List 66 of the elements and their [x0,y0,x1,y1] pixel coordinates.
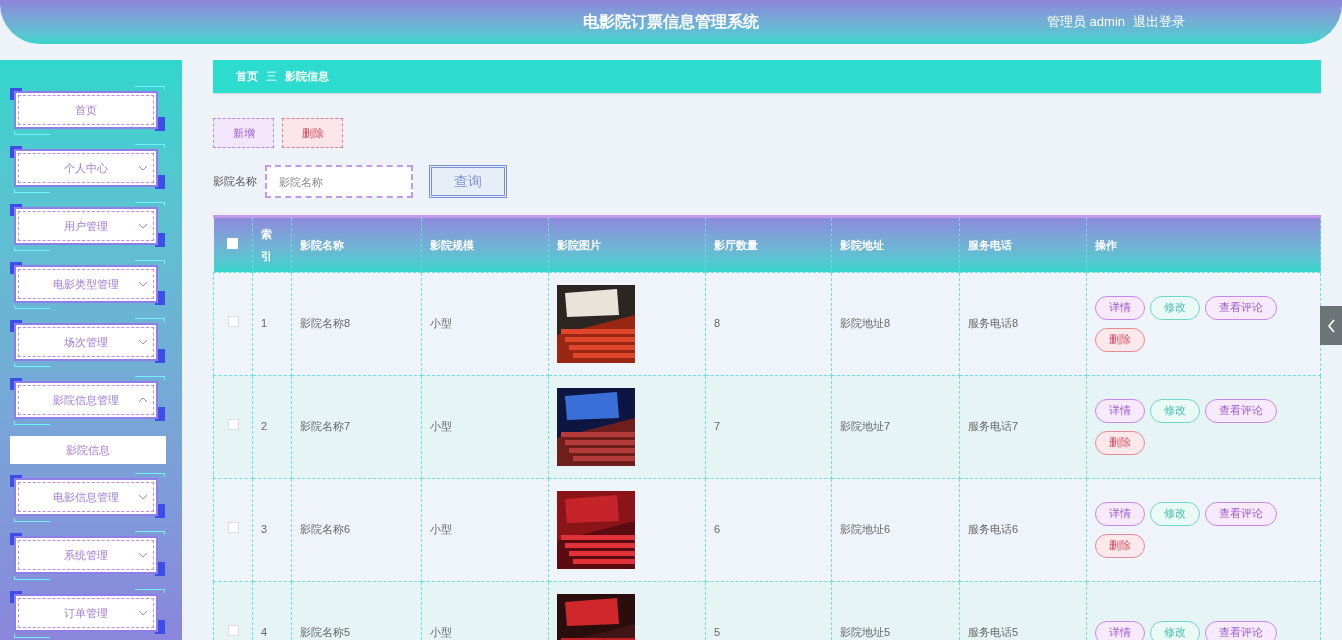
detail-button[interactable]: 详情 [1095,620,1145,640]
table-cell: 5 [714,626,721,639]
detail-button[interactable]: 详情 [1095,295,1145,320]
table-cell: 小型 [430,523,452,536]
submenu-item[interactable]: 影院信息 [10,436,166,464]
table-cell: 服务电话5 [968,626,1019,639]
sidebar-item[interactable]: 电影信息管理 [14,478,158,516]
column-header: 影院图片 [557,238,601,251]
breadcrumb-separator: 三 [266,69,277,85]
sidebar-item[interactable]: 电影类型管理 [14,265,158,303]
table-cell: 影院名称5 [300,626,351,639]
search-label: 影院名称 [213,174,258,190]
table-cell: 3 [261,523,268,536]
table-cell: 小型 [430,420,452,433]
sidebar-item[interactable]: 用户管理 [14,207,158,245]
table-cell: 4 [261,626,268,639]
table-cell: 影院地址6 [840,523,891,536]
comments-button[interactable]: 查看评论 [1205,398,1277,423]
edit-button[interactable]: 修改 [1150,295,1200,320]
table-cell: 影院地址5 [840,626,891,639]
column-header: 影院名称 [300,238,344,251]
table-cell: 2 [261,420,268,433]
search-button[interactable]: 查询 [429,165,507,198]
table-cell: 小型 [430,317,452,330]
table-cell: 7 [714,420,721,433]
sidebar-item[interactable]: 订单管理 [14,594,158,632]
column-header: 服务电话 [968,238,1012,251]
table-cell: 服务电话7 [968,420,1019,433]
detail-button[interactable]: 详情 [1095,398,1145,423]
sidebar-item[interactable]: 系统管理 [14,536,158,574]
table-cell: 影院地址8 [840,317,891,330]
sidebar-item[interactable]: 首页 [14,91,158,129]
table-cell: 影院地址7 [840,420,891,433]
table-cell: 服务电话8 [968,317,1019,330]
delete-button[interactable]: 删除 [282,118,343,148]
logout-link[interactable]: 退出登录 [1133,12,1186,32]
table-cell: 服务电话6 [968,523,1019,536]
sidebar-item[interactable]: 个人中心 [14,149,158,187]
edit-button[interactable]: 修改 [1150,398,1200,423]
table-cell: 影院名称8 [300,317,351,330]
column-header: 影厅数量 [714,238,758,251]
edit-button[interactable]: 修改 [1150,501,1200,526]
system-title: 电影院订票信息管理系统 [583,12,759,32]
delete-button[interactable]: 删除 [1095,327,1145,352]
table-cell: 8 [714,317,721,330]
detail-button[interactable]: 详情 [1095,501,1145,526]
comments-button[interactable]: 查看评论 [1205,620,1277,640]
column-header: 影院地址 [840,238,884,251]
add-button[interactable]: 新增 [213,118,274,148]
delete-button[interactable]: 删除 [1095,533,1145,558]
search-field[interactable]: 影院名称 [265,165,413,198]
table-cell: 1 [261,317,268,330]
column-header: 索引 [261,226,273,264]
table-cell: 小型 [430,626,452,639]
column-header: 影院规模 [430,238,474,251]
edit-button[interactable]: 修改 [1150,620,1200,640]
admin-username: 管理员 admin [1047,13,1126,32]
column-header: 操作 [1095,238,1117,251]
comments-button[interactable]: 查看评论 [1205,501,1277,526]
sidebar-item[interactable]: 场次管理 [14,323,158,361]
table-cell: 影院名称7 [300,420,351,433]
delete-button[interactable]: 删除 [1095,430,1145,455]
table-cell: 影院名称6 [300,523,351,536]
sidebar-item[interactable]: 影院信息管理 [14,381,158,419]
table-cell: 6 [714,523,721,536]
comments-button[interactable]: 查看评论 [1205,295,1277,320]
